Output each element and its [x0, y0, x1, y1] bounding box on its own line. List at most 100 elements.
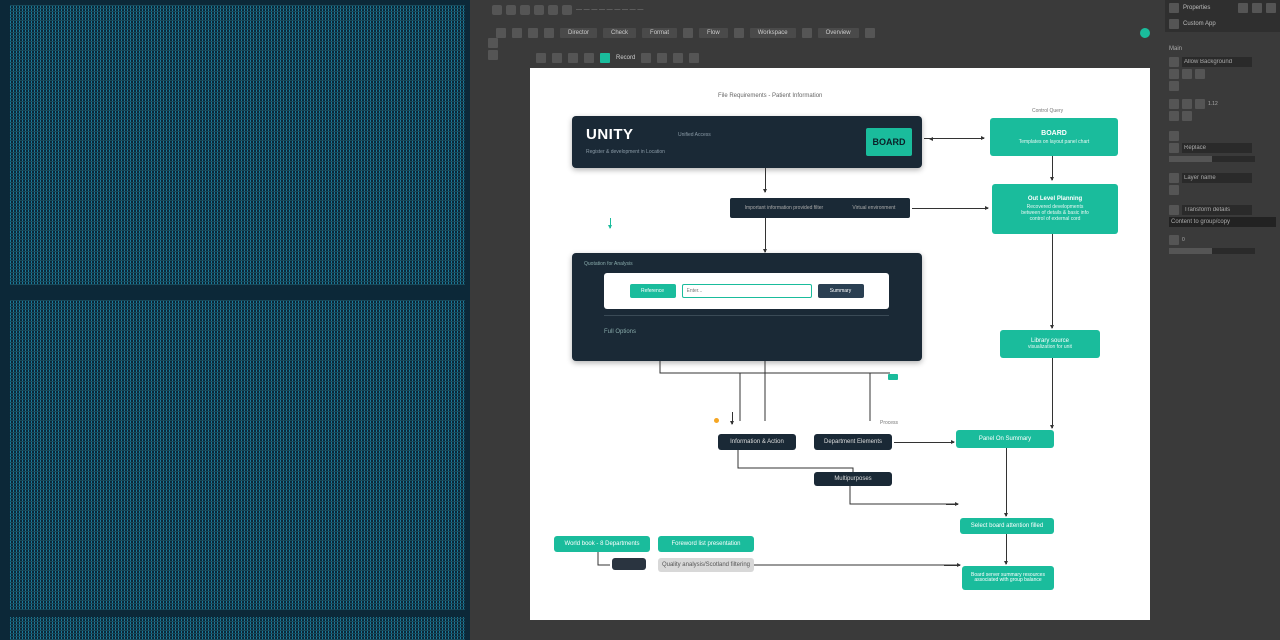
tool-icon[interactable]	[528, 28, 538, 38]
multipurpose-node[interactable]: Multipurposes	[814, 472, 892, 486]
toolbar-tab[interactable]: Director	[560, 28, 597, 38]
toolbar-tab[interactable]: Check	[603, 28, 636, 38]
slider[interactable]	[1169, 248, 1255, 254]
node-label: Control Query	[1032, 108, 1063, 114]
departments-node[interactable]: World book - 8 Departments	[554, 536, 650, 552]
tool-icon[interactable]	[683, 28, 693, 38]
tab-icon[interactable]	[689, 53, 699, 63]
node-sub: visualization for unit	[1028, 344, 1072, 350]
tab-icon[interactable]	[641, 53, 651, 63]
prop-row[interactable]	[1169, 56, 1276, 68]
quality-node[interactable]: Quality analysis/Scotland filtering	[658, 558, 754, 572]
tab-label[interactable]: Record	[616, 55, 635, 61]
connector	[912, 208, 988, 209]
menu-icon[interactable]	[562, 5, 572, 15]
close-icon[interactable]	[1252, 3, 1262, 13]
prop-row[interactable]	[1169, 130, 1276, 142]
panel-summary-node[interactable]: Panel On Summary	[956, 430, 1054, 448]
menu-icon[interactable]	[534, 5, 544, 15]
properties-list: 1.12 Content to group/copy 0	[1165, 54, 1280, 258]
prop-row[interactable]	[1169, 80, 1276, 92]
toolbar-tab[interactable]: Overview	[818, 28, 859, 38]
connector	[1006, 448, 1007, 516]
prop-row[interactable]	[1169, 68, 1276, 80]
summary-resources-node[interactable]: Board server summary resources associate…	[962, 566, 1054, 590]
connector	[765, 168, 766, 192]
grid-region-mid	[10, 300, 465, 610]
prop-input[interactable]	[1182, 173, 1252, 183]
board-button[interactable]: BOARD	[866, 128, 912, 156]
swatch-icon	[1169, 111, 1179, 121]
quotation-input[interactable]	[682, 284, 812, 298]
select-board-node[interactable]: Select board attention filled	[960, 518, 1054, 534]
swatch-icon	[1169, 69, 1179, 79]
properties-header: Properties	[1165, 0, 1280, 16]
options-label: Full Options	[604, 329, 636, 335]
left-grid-panel	[0, 0, 470, 640]
toolbar-tab[interactable]: Format	[642, 28, 677, 38]
slider-node	[612, 558, 646, 570]
connector	[765, 218, 766, 252]
prop-row[interactable]: 0	[1169, 234, 1276, 246]
prop-input[interactable]	[1182, 57, 1252, 67]
tool-icon[interactable]	[488, 38, 498, 48]
menu-icon[interactable]	[506, 5, 516, 15]
prop-row[interactable]: 1.12	[1169, 98, 1276, 110]
tool-icon[interactable]	[512, 28, 522, 38]
menu-icon[interactable]	[520, 5, 530, 15]
tool-icon[interactable]	[802, 28, 812, 38]
tab-icon[interactable]	[536, 53, 546, 63]
toolbar-tab[interactable]: Flow	[699, 28, 728, 38]
properties-tab[interactable]: Custom App	[1165, 16, 1280, 32]
app-icon	[492, 5, 502, 15]
swatch-icon	[1169, 131, 1179, 141]
swatch-icon	[1169, 57, 1179, 67]
tab-icon[interactable]	[552, 53, 562, 63]
board-node[interactable]: BOARD Templates on layout panel chart	[990, 118, 1118, 156]
summary-button[interactable]: Summary	[818, 284, 864, 298]
prop-row[interactable]	[1169, 204, 1276, 216]
swatch-icon	[1182, 111, 1192, 121]
swatch-icon	[1169, 205, 1179, 215]
toolbar-tab[interactable]: Workspace	[750, 28, 796, 38]
swatch-icon	[1182, 99, 1192, 109]
slider[interactable]	[1169, 156, 1255, 162]
prop-input[interactable]	[1182, 205, 1252, 215]
tab-icon[interactable]	[584, 53, 594, 63]
swatch-icon	[1169, 185, 1179, 195]
close-icon[interactable]	[1238, 3, 1248, 13]
connector	[1006, 534, 1007, 564]
plus-icon[interactable]	[865, 28, 875, 38]
tab-icon[interactable]	[673, 53, 683, 63]
close-icon[interactable]	[1266, 3, 1276, 13]
connector	[894, 442, 954, 443]
foreword-node[interactable]: Foreword list presentation	[658, 536, 754, 552]
tool-icon[interactable]	[488, 50, 498, 60]
info-strip: Important information provided filter Vi…	[730, 198, 910, 218]
section-label: Main	[1165, 44, 1280, 54]
info-action-node[interactable]: Information & Action	[718, 434, 796, 450]
tab-icon	[1169, 19, 1179, 29]
node-line: control of external cord	[1030, 216, 1081, 222]
tab-icon-active[interactable]	[600, 53, 610, 63]
swatch-icon	[1195, 69, 1205, 79]
dept-elements-node[interactable]: Department Elements	[814, 434, 892, 450]
prop-row[interactable]	[1169, 142, 1276, 154]
connector	[1052, 156, 1053, 180]
library-node[interactable]: Library source visualization for unit	[1000, 330, 1100, 358]
tool-icon[interactable]	[544, 28, 554, 38]
tab-icon[interactable]	[657, 53, 667, 63]
reference-button[interactable]: Reference	[630, 284, 676, 298]
prop-input[interactable]	[1182, 143, 1252, 153]
prop-dark-row[interactable]: Content to group/copy	[1169, 217, 1276, 227]
planning-node[interactable]: Out Level Planning Recovered development…	[992, 184, 1118, 234]
prop-row[interactable]	[1169, 172, 1276, 184]
tab-icon[interactable]	[568, 53, 578, 63]
connector	[732, 412, 733, 424]
connector	[944, 565, 960, 566]
menu-icon[interactable]	[548, 5, 558, 15]
flowchart-canvas[interactable]: File Requirements - Patient Information …	[530, 68, 1150, 620]
prop-row[interactable]	[1169, 184, 1276, 196]
prop-row[interactable]	[1169, 110, 1276, 122]
tool-icon[interactable]	[734, 28, 744, 38]
